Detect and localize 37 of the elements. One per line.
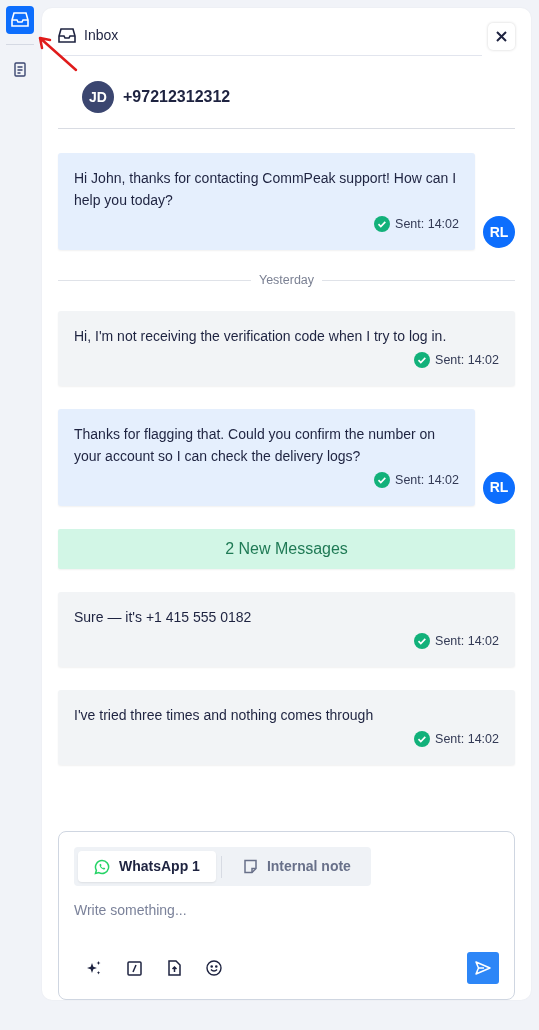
close-button[interactable]: [488, 22, 515, 50]
new-messages-banner: 2 New Messages: [58, 528, 515, 569]
message-text: Thanks for flagging that. Could you confirm the number on your account so I can check the delivery logs?: [74, 424, 437, 466]
message-text: Hi, I'm not receiving the verification code when I try to log in.: [74, 326, 448, 346]
agent-avatar: RL: [483, 471, 515, 504]
message-text: I've tried three times and nothing comes through: [74, 705, 375, 725]
date-divider: Yesterday: [58, 271, 515, 290]
pointer-arrow: [36, 34, 78, 72]
inbox-icon: [58, 27, 76, 44]
inbox-icon[interactable]: [6, 6, 34, 34]
sparkle-icon: [86, 960, 102, 976]
check-icon: [414, 351, 431, 368]
message-status: Sent: 14:02: [435, 351, 499, 369]
message-status: Sent: 14:02: [435, 632, 499, 650]
file-upload-icon: [167, 960, 181, 976]
agent-avatar: RL: [483, 216, 515, 248]
check-icon: [374, 471, 391, 488]
contact-avatar: JD: [82, 81, 114, 113]
slash-command-icon: [126, 960, 142, 976]
contact-name: +97212312312: [123, 87, 231, 107]
check-icon: [374, 216, 391, 232]
channel-tab[interactable]: Internal note: [226, 851, 367, 882]
close-icon: [496, 30, 507, 42]
check-icon: [414, 730, 431, 747]
send-icon: [475, 961, 491, 975]
message-status: Sent: 14:02: [395, 471, 459, 489]
window-title: Inbox: [84, 26, 119, 45]
chat-bubble-icon: [94, 858, 110, 875]
note-icon: [242, 859, 258, 874]
message-status: Sent: 14:02: [435, 730, 499, 748]
message-text: Hi John, thanks for contacting CommPeak support! How can I help you today?: [74, 169, 458, 210]
emoji-icon: [206, 960, 222, 976]
check-icon: [414, 632, 431, 649]
message-text: Sure — it's +1 415 555 0182: [74, 607, 253, 627]
channel-tab[interactable]: WhatsApp 1: [78, 851, 216, 882]
message-status: Sent: 14:02: [395, 216, 459, 233]
send-button[interactable]: [467, 952, 499, 984]
